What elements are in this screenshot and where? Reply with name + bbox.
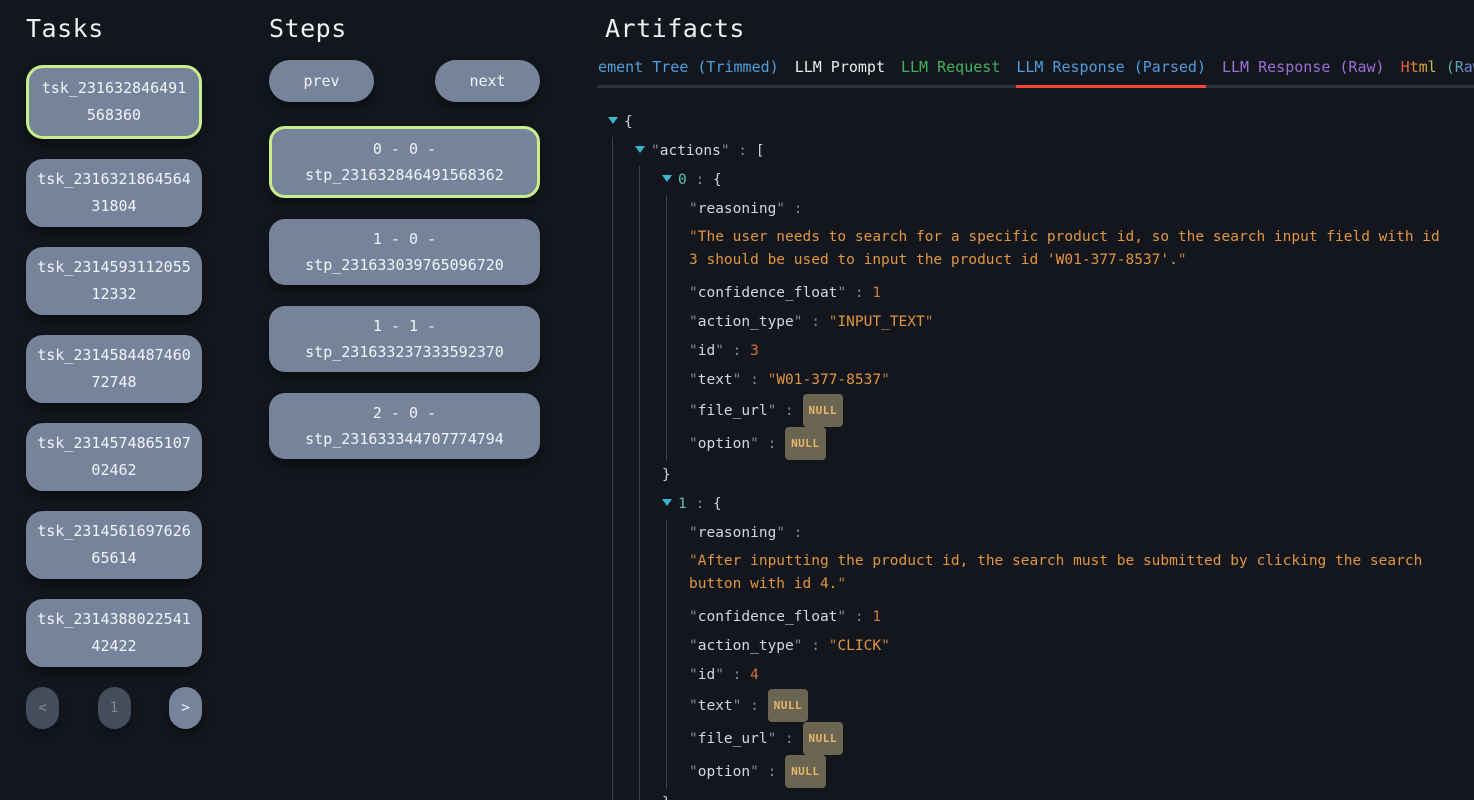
next-step-button[interactable]: next: [435, 60, 540, 102]
json-item-0-close: }: [662, 461, 1474, 490]
null-badge: NULL: [803, 722, 844, 755]
steps-title: Steps: [269, 14, 540, 43]
json-field-reasoning-value: "The user needs to search for a specific…: [689, 226, 1444, 271]
task-item[interactable]: tsk_231456169762665614: [26, 511, 202, 579]
json-item-1-open: 1 : {: [662, 490, 1474, 519]
json-key: action_type: [698, 314, 794, 330]
collapse-triangle-icon[interactable]: [635, 146, 645, 153]
json-item-0-open: 0 : {: [662, 166, 1474, 195]
json-field-reasoning-key: "reasoning" :: [689, 195, 1474, 224]
json-field-id: "id" : 3: [689, 337, 1474, 366]
null-badge: NULL: [803, 394, 844, 427]
json-string-value: CLICK: [837, 638, 881, 654]
json-string-value: INPUT_TEXT: [837, 314, 924, 330]
json-field-confidence: "confidence_float" : 1: [689, 603, 1474, 632]
tasks-pagination: < 1 >: [26, 687, 202, 729]
json-root-open: {: [608, 108, 1474, 137]
step-nav: prev next: [269, 60, 540, 102]
tab-llm-prompt[interactable]: LLM Prompt: [795, 58, 885, 85]
collapse-triangle-icon[interactable]: [608, 117, 618, 124]
json-field-id: "id" : 4: [689, 661, 1474, 690]
task-item[interactable]: tsk_231632846491568360: [26, 65, 202, 139]
json-key: text: [698, 372, 733, 388]
json-array-index: 1: [678, 496, 687, 512]
task-item[interactable]: tsk_231438802254142422: [26, 599, 202, 667]
artifacts-title: Artifacts: [605, 14, 1474, 43]
tab-element-tree-trimmed[interactable]: Element Tree (Trimmed): [598, 58, 779, 85]
json-key: option: [698, 436, 750, 452]
json-field-file-url: "file_url" : NULL: [689, 395, 1474, 428]
json-number-value: 4: [750, 667, 759, 683]
json-string-value: W01-377-8537: [776, 372, 881, 388]
json-key: file_url: [698, 731, 768, 747]
json-array-index: 0: [678, 172, 687, 188]
json-field-text: "text" : NULL: [689, 690, 1474, 723]
null-badge: NULL: [785, 755, 826, 788]
task-item[interactable]: tsk_231632186456431804: [26, 159, 202, 227]
artifacts-tabbar: Element Tree (Trimmed) LLM Prompt LLM Re…: [598, 58, 1474, 88]
json-field-option: "option" : NULL: [689, 428, 1474, 461]
json-key: text: [698, 698, 733, 714]
step-item[interactable]: 1 - 1 - stp_231633237333592370: [269, 306, 540, 372]
json-field-text: "text" : "W01-377-8537": [689, 366, 1474, 395]
tasks-title: Tasks: [26, 14, 202, 43]
json-field-confidence: "confidence_float" : 1: [689, 279, 1474, 308]
json-key: file_url: [698, 403, 768, 419]
json-field-reasoning-value: "After inputting the product id, the sea…: [689, 550, 1444, 595]
json-field-reasoning-key: "reasoning" :: [689, 519, 1474, 548]
json-key: actions: [660, 143, 721, 159]
step-item[interactable]: 1 - 0 - stp_231633039765096720: [269, 219, 540, 285]
json-field-action-type: "action_type" : "CLICK": [689, 632, 1474, 661]
step-item[interactable]: 2 - 0 - stp_231633344707774794: [269, 393, 540, 459]
collapse-triangle-icon[interactable]: [662, 499, 672, 506]
tab-llm-response-parsed[interactable]: LLM Response (Parsed): [1016, 58, 1206, 85]
json-field-option: "option" : NULL: [689, 756, 1474, 789]
artifacts-panel: Artifacts Element Tree (Trimmed) LLM Pro…: [598, 14, 1474, 800]
json-key: id: [698, 343, 715, 359]
json-field-file-url: "file_url" : NULL: [689, 723, 1474, 756]
task-item[interactable]: tsk_231459311205512332: [26, 247, 202, 315]
json-key: action_type: [698, 638, 794, 654]
tasks-panel: Tasks tsk_231632846491568360 tsk_2316321…: [26, 14, 202, 729]
tab-llm-request[interactable]: LLM Request: [901, 58, 1000, 85]
prev-step-button[interactable]: prev: [269, 60, 374, 102]
json-field-action-type: "action_type" : "INPUT_TEXT": [689, 308, 1474, 337]
null-badge: NULL: [768, 689, 809, 722]
step-item[interactable]: 0 - 0 - stp_231632846491568362: [269, 126, 540, 198]
json-key: id: [698, 667, 715, 683]
tab-html-raw[interactable]: Html (Raw): [1401, 58, 1474, 85]
json-actions-open: "actions" : [: [635, 137, 1474, 166]
json-key: confidence_float: [698, 609, 838, 625]
json-key: confidence_float: [698, 285, 838, 301]
tab-llm-response-raw[interactable]: LLM Response (Raw): [1222, 58, 1385, 85]
steps-panel: Steps prev next 0 - 0 - stp_231632846491…: [269, 14, 540, 480]
json-tree-viewer: { "actions" : [ 0 : { "reasoning" : "The…: [608, 108, 1474, 800]
task-item[interactable]: tsk_231458448746072748: [26, 335, 202, 403]
json-number-value: 1: [872, 609, 881, 625]
json-key: option: [698, 764, 750, 780]
prev-page-button[interactable]: <: [26, 687, 59, 729]
collapse-triangle-icon[interactable]: [662, 175, 672, 182]
json-number-value: 1: [872, 285, 881, 301]
page-number-button[interactable]: 1: [98, 687, 131, 729]
null-badge: NULL: [785, 427, 826, 460]
json-item-1-close: }: [662, 789, 1474, 800]
json-number-value: 3: [750, 343, 759, 359]
task-item[interactable]: tsk_231457486510702462: [26, 423, 202, 491]
json-key: reasoning: [698, 201, 777, 217]
json-key: reasoning: [698, 525, 777, 541]
next-page-button[interactable]: >: [169, 687, 202, 729]
